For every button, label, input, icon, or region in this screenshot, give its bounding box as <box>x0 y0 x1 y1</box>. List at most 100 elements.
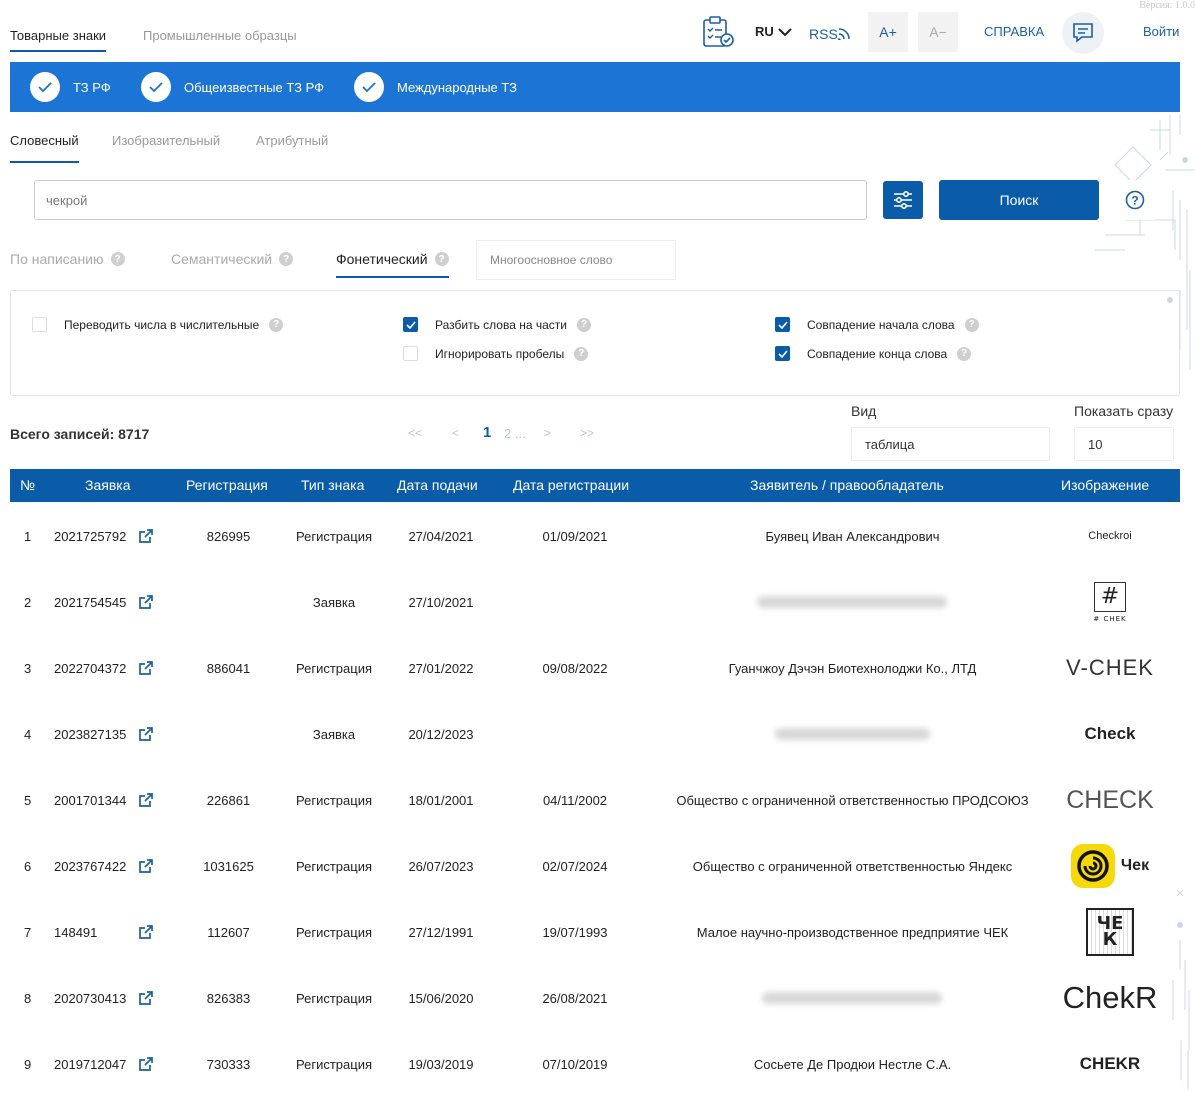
column-application[interactable]: Заявка <box>85 477 130 493</box>
table-row[interactable]: 9 2019712047 730333 Регистрация 19/03/2019 07… <box>10 1031 1180 1095</box>
registry-selector-bar: ТЗ РФ Общеизвестные ТЗ РФ Международные … <box>10 62 1180 112</box>
pager-more[interactable]: 2 ... <box>504 426 526 441</box>
tab-industrial-designs[interactable]: Промышленные образцы <box>143 28 297 43</box>
font-increase-button[interactable]: A+ <box>868 12 908 52</box>
help-link[interactable]: СПРАВКА <box>984 24 1044 39</box>
external-link-icon[interactable] <box>138 858 154 879</box>
chat-button[interactable] <box>1062 12 1104 54</box>
language-selector[interactable]: RU <box>755 24 792 39</box>
search-input[interactable] <box>34 180 867 220</box>
help-icon[interactable]: ? <box>110 252 125 266</box>
external-link-icon[interactable] <box>138 1056 154 1077</box>
table-row[interactable]: 2 2021754545 Заявка 27/10/2021 # # CHEK <box>10 569 1180 635</box>
pager-prev[interactable]: < <box>452 426 459 440</box>
trademark-image[interactable]: # # CHEK <box>1055 569 1165 635</box>
help-icon[interactable]: ? <box>964 317 979 332</box>
help-icon[interactable]: ? <box>957 346 972 361</box>
checkbox[interactable] <box>403 346 418 361</box>
registry-toggle-international[interactable]: Международные ТЗ <box>354 72 517 102</box>
external-link-icon[interactable] <box>138 726 154 747</box>
pager-next[interactable]: > <box>544 426 551 440</box>
login-link[interactable]: Войти <box>1143 24 1179 39</box>
checkbox[interactable] <box>32 317 47 332</box>
rss-link[interactable]: RSS <box>809 26 850 42</box>
column-owner[interactable]: Заявитель / правообладатель <box>750 477 944 493</box>
option-ignore-spaces[interactable]: Игнорировать пробелы ? <box>403 346 589 361</box>
application-number[interactable]: 2022704372 <box>54 661 126 676</box>
pager-current[interactable]: 1 <box>483 424 491 441</box>
application-number[interactable]: 2023767422 <box>54 859 126 874</box>
table-row[interactable]: 7 148491 112607 Регистрация 27/12/1991 19/07/… <box>10 899 1180 965</box>
mode-spelling[interactable]: По написанию? <box>10 251 125 267</box>
tab-verbal[interactable]: Словесный <box>10 133 79 163</box>
trademark-image[interactable]: ЧЕК <box>1055 899 1165 965</box>
trademark-image[interactable]: Check <box>1055 701 1165 767</box>
trademark-image[interactable]: Checkroi <box>1055 503 1165 569</box>
column-image[interactable]: Изображение <box>1061 477 1149 493</box>
font-decrease-button[interactable]: A− <box>918 12 958 52</box>
application-number[interactable]: 2023827135 <box>54 727 126 742</box>
help-icon[interactable]: ? <box>574 346 589 361</box>
column-reg-date[interactable]: Дата регистрации <box>513 477 629 493</box>
column-number[interactable]: № <box>20 477 35 493</box>
checkbox-checked[interactable] <box>775 317 790 332</box>
external-link-icon[interactable] <box>138 990 154 1011</box>
sliders-icon <box>894 190 912 210</box>
external-link-icon[interactable] <box>138 528 154 549</box>
checkbox-checked[interactable] <box>403 317 418 332</box>
external-link-icon[interactable] <box>138 594 154 615</box>
tab-trademarks[interactable]: Товарные знаки <box>10 28 107 52</box>
mode-semantic[interactable]: Семантический? <box>171 251 294 267</box>
external-link-icon[interactable] <box>138 792 154 813</box>
multiword-input[interactable]: Многоосновное слово <box>476 240 676 280</box>
trademark-image[interactable]: Чек <box>1055 833 1165 899</box>
table-row[interactable]: 3 2022704372 886041 Регистрация 27/01/2022 09… <box>10 635 1180 701</box>
page-size-select[interactable]: 10 <box>1074 427 1174 461</box>
tab-figurative[interactable]: Изобразительный <box>112 133 220 148</box>
rss-icon <box>837 28 850 40</box>
search-button[interactable]: Поиск <box>939 180 1099 220</box>
mode-phonetic[interactable]: Фонетический? <box>336 251 449 278</box>
option-numbers[interactable]: Переводить числа в числительные ? <box>32 317 284 332</box>
help-icon[interactable]: ? <box>269 317 284 332</box>
application-number[interactable]: 2021754545 <box>54 595 126 610</box>
application-number[interactable]: 148491 <box>54 925 97 940</box>
option-start-match[interactable]: Совпадение начала слова ? <box>775 317 979 332</box>
mark-type: Регистрация <box>296 859 372 874</box>
trademark-image[interactable]: V-CHEK <box>1055 635 1165 701</box>
help-icon[interactable]: ? <box>577 317 591 332</box>
trademark-image[interactable]: CHEKR <box>1055 1031 1165 1095</box>
mark-type: Регистрация <box>296 1057 372 1072</box>
trademark-image[interactable]: CHECK <box>1055 767 1165 833</box>
application-number[interactable]: 2021725792 <box>54 529 126 544</box>
clipboard-check-icon[interactable] <box>700 14 736 55</box>
application-number[interactable]: 2019712047 <box>54 1057 126 1072</box>
pager-first[interactable]: << <box>408 426 422 440</box>
external-link-icon[interactable] <box>138 924 154 945</box>
table-row[interactable]: 4 2023827135 Заявка 20/12/2023 Check <box>10 701 1180 767</box>
view-select[interactable]: таблица <box>851 427 1050 461</box>
table-row[interactable]: 6 2023767422 1031625 Регистрация 26/07/2023 0… <box>10 833 1180 899</box>
column-type[interactable]: Тип знака <box>301 477 364 493</box>
tab-attributive[interactable]: Атрибутный <box>256 133 328 148</box>
table-row[interactable]: 5 2001701344 226861 Регистрация 18/01/2001 04… <box>10 767 1180 833</box>
external-link-icon[interactable] <box>138 660 154 681</box>
owner-name: Буявец Иван Александрович <box>765 529 940 544</box>
help-icon[interactable]: ? <box>434 252 449 266</box>
option-end-match[interactable]: Совпадение конца слова ? <box>775 346 972 361</box>
registry-toggle-rf[interactable]: ТЗ РФ <box>30 72 111 102</box>
column-registration[interactable]: Регистрация <box>186 477 268 493</box>
registry-toggle-well-known[interactable]: Общеизвестные ТЗ РФ <box>141 72 324 102</box>
help-icon[interactable]: ? <box>279 252 294 266</box>
filter-button[interactable] <box>883 181 923 219</box>
option-split[interactable]: Разбить слова на части ? <box>403 317 591 332</box>
application-number[interactable]: 2001701344 <box>54 793 126 808</box>
checkbox-checked[interactable] <box>775 346 790 361</box>
table-row[interactable]: 8 2020730413 826383 Регистрация 15/06/2020 26… <box>10 965 1180 1031</box>
application-number[interactable]: 2020730413 <box>54 991 126 1006</box>
pager-last[interactable]: >> <box>580 426 594 440</box>
search-help-button[interactable]: ? <box>1115 180 1155 220</box>
table-row[interactable]: 1 2021725792 826995 Регистрация 27/04/2021 01… <box>10 503 1180 569</box>
column-filed-date[interactable]: Дата подачи <box>397 477 478 493</box>
trademark-image[interactable]: ChekR <box>1055 965 1165 1031</box>
